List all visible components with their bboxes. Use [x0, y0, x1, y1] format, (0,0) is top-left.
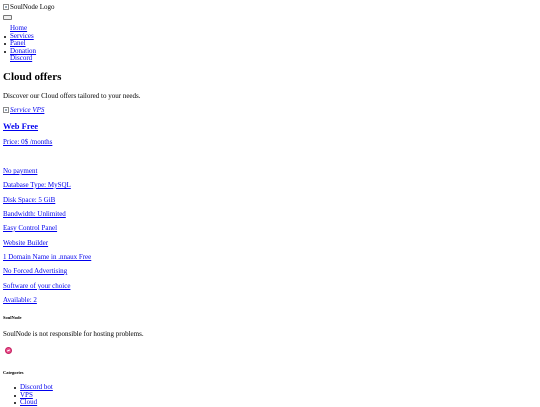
- feature-link[interactable]: Easy Control Panel: [3, 224, 57, 232]
- service-image-link[interactable]: Service VPS: [3, 106, 44, 114]
- nav-item-discord: Discord: [10, 55, 36, 63]
- page-title: Cloud offers: [3, 71, 62, 83]
- plan-price-link[interactable]: Price: 0$ /months: [3, 138, 52, 146]
- feature-link[interactable]: 1 Domain Name in .nnaux Free: [3, 253, 91, 261]
- feature-link[interactable]: Disk Space: 5 GiB: [3, 196, 55, 204]
- feature-link[interactable]: Software of your choice: [3, 282, 70, 290]
- categories-list: Discord bot VPS Cloud: [14, 383, 53, 407]
- availability-link[interactable]: Available: 2: [3, 296, 37, 304]
- logo-alt-text: SoulNode Logo: [10, 3, 55, 11]
- feature-link[interactable]: Database Type: MySQL: [3, 181, 71, 189]
- menu-toggle-button[interactable]: [3, 15, 12, 20]
- page-description: Discover our Cloud offers tailored to yo…: [3, 92, 141, 100]
- footer-disclaimer: SoulNode is not responsible for hosting …: [3, 330, 144, 338]
- feature-link[interactable]: No Forced Advertising: [3, 267, 67, 275]
- main-nav: Home Services Panel Donation Discord: [3, 24, 36, 63]
- broken-image-icon: [3, 107, 9, 113]
- plan-name-link[interactable]: Web Free: [3, 121, 38, 131]
- feature-link[interactable]: No payment: [3, 167, 37, 175]
- dribbble-icon[interactable]: [5, 347, 12, 354]
- categories-title: Categories: [3, 370, 24, 375]
- category-item: Cloud: [14, 398, 53, 407]
- footer-brand: SoulNode: [3, 315, 22, 320]
- service-image-alt: Service VPS: [10, 106, 45, 114]
- feature-link[interactable]: Website Builder: [3, 239, 48, 247]
- feature-link[interactable]: Bandwidth: Unlimited: [3, 210, 66, 218]
- site-logo[interactable]: SoulNode Logo: [3, 3, 55, 11]
- broken-image-icon: [3, 4, 9, 10]
- nav-link-discord[interactable]: Discord: [10, 54, 32, 63]
